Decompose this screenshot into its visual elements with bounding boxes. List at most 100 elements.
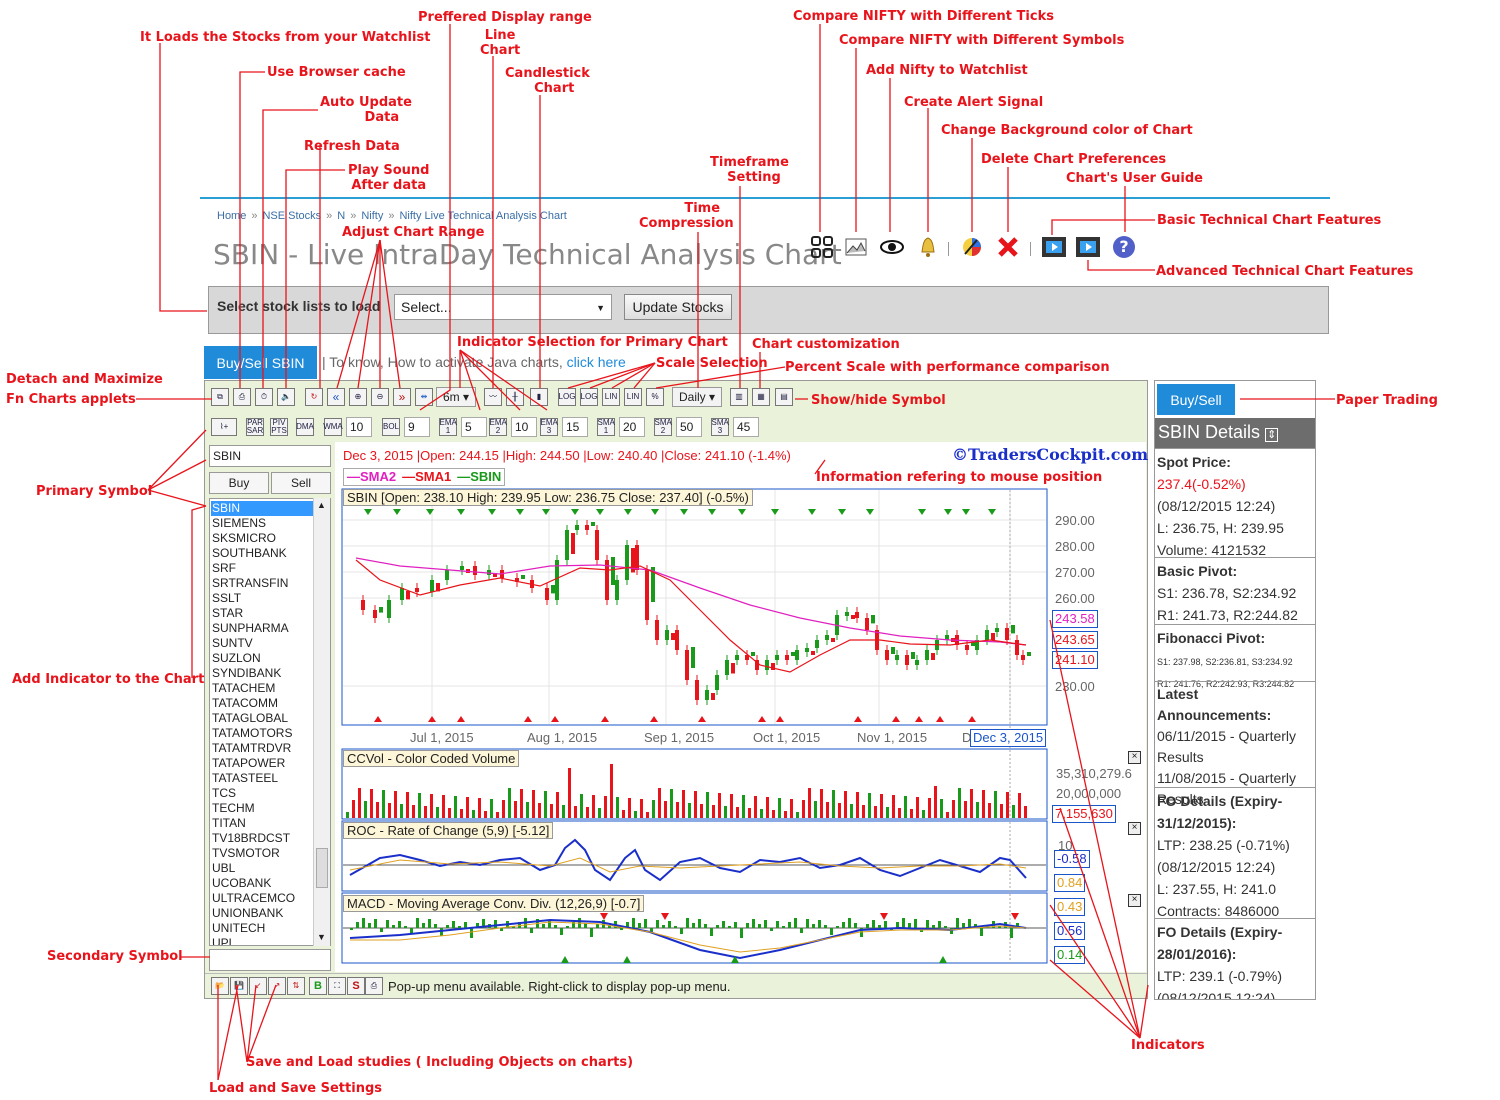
bell-icon[interactable] [916,235,940,259]
bold-b-icon[interactable]: B [309,977,327,995]
log-scale-icon[interactable]: LOG [558,388,576,406]
stock-list-select[interactable]: Select... ▼ [394,294,612,320]
compare-ticks-icon[interactable] [810,235,834,259]
symbol-list-item[interactable]: UNITECH [211,921,315,936]
dma-button[interactable]: DMA [296,418,314,436]
announcement-link[interactable]: 06/11/2015 - Quarterly Results [1157,728,1296,765]
symbol-list-item[interactable]: SBIN [211,501,315,516]
ema1-button[interactable]: EMA 1 [439,418,457,436]
line-chart-icon[interactable]: 〰 [484,388,502,406]
load-settings-icon[interactable]: 📂 [211,977,229,995]
sma2-period[interactable]: 50 [676,417,702,437]
symbol-list-item[interactable]: TATAMTRDVR [211,741,315,756]
update-stocks-button[interactable]: Update Stocks [624,294,732,320]
chart-settings-icon[interactable]: ▥ [730,388,748,406]
symbol-list-item[interactable]: ULTRACEMCO [211,891,315,906]
symbol-list-item[interactable]: SUZLON [211,651,315,666]
zoom-out-icon[interactable]: ⊖ [371,388,389,406]
chart-area[interactable] [335,442,1146,972]
symbol-list-scrollbar[interactable]: ▲ ▼ [313,498,330,946]
close-macd-icon[interactable]: × [1128,894,1141,907]
linear-scale-icon[interactable]: LIN [602,388,620,406]
symbol-list-item[interactable]: SYNDIBANK [211,666,315,681]
symbol-list-item[interactable]: UBL [211,861,315,876]
ema1-period[interactable]: 5 [461,417,487,437]
buy-sell-tab[interactable]: Buy/Sell SBIN [204,346,317,379]
symbol-list-item[interactable]: TATASTEEL [211,771,315,786]
symbol-list-item[interactable]: TCS [211,786,315,801]
symbol-list-item[interactable]: TATAMOTORS [211,726,315,741]
ema3-period[interactable]: 15 [562,417,588,437]
buy-button[interactable]: Buy [209,472,269,494]
percent-scale-icon[interactable]: % [646,388,664,406]
symbol-list-item[interactable]: STAR [211,606,315,621]
add-indicator-icon[interactable]: ⌇+ [211,418,237,436]
sma1-period[interactable]: 20 [619,417,645,437]
symbol-list-item[interactable]: TV18BRDCST [211,831,315,846]
breadcrumb-current[interactable]: Nifty Live Technical Analysis Chart [399,210,566,222]
fullscreen-icon[interactable]: ⛶ [328,977,346,995]
psar-button[interactable]: PAR SAR [246,418,264,436]
candlestick-icon[interactable]: ▮ [530,388,548,406]
scroll-down-icon[interactable]: ▼ [317,932,326,942]
basic-video-icon[interactable] [1042,235,1066,259]
breadcrumb-n[interactable]: N [337,210,345,222]
secondary-symbol-field[interactable] [209,949,331,971]
range-select[interactable]: 6m ▾ [436,387,476,407]
pivot-button[interactable]: PIV PTS [270,418,288,436]
help-icon[interactable]: ? [1112,235,1136,259]
sound-icon[interactable]: 🔈 [277,388,295,406]
study-sync-icon[interactable]: ⇅ [287,977,305,995]
paper-trading-button[interactable]: Buy/Sell [1157,384,1235,415]
sma3-button[interactable]: SMA 3 [711,418,729,436]
detach-icon[interactable]: ⧉ [211,388,229,406]
log-scale-alt-icon[interactable]: LOG [580,388,598,406]
symbol-list-item[interactable]: SUNPHARMA [211,621,315,636]
symbol-list-item[interactable]: TATAGLOBAL [211,711,315,726]
scroll-right-icon[interactable]: » [393,388,411,406]
palette-icon[interactable] [960,235,984,259]
expand-icon[interactable]: ⇕ [1265,428,1279,442]
symbol-list-item[interactable]: SUNTV [211,636,315,651]
sma3-period[interactable]: 45 [733,417,759,437]
symbol-list-item[interactable]: TECHM [211,801,315,816]
wma-button[interactable]: WMA [323,418,343,436]
compare-symbols-icon[interactable] [844,235,868,259]
load-study-icon[interactable]: ↗ [268,977,286,995]
symbol-list-item[interactable]: UNIONBANK [211,906,315,921]
delete-icon[interactable] [996,235,1020,259]
linear-scale-alt-icon[interactable]: LIN [624,388,642,406]
fit-range-icon[interactable]: ⇹ [415,388,433,406]
symbol-list-item[interactable]: TATACOMM [211,696,315,711]
sma1-button[interactable]: SMA 1 [597,418,615,436]
bol-period[interactable]: 9 [404,417,430,437]
sma2-button[interactable]: SMA 2 [654,418,672,436]
symbol-list-item[interactable]: SRF [211,561,315,576]
save-settings-icon[interactable]: 💾 [230,977,248,995]
zoom-in-icon[interactable]: ⊕ [349,388,367,406]
ema3-button[interactable]: EMA 3 [540,418,558,436]
symbol-list-item[interactable]: UCOBANK [211,876,315,891]
scroll-thumb[interactable] [316,848,328,888]
refresh-icon[interactable]: ↻ [305,388,323,406]
bar-chart-icon[interactable]: ╫ [506,388,524,406]
breadcrumb-home[interactable]: Home [217,210,246,222]
symbol-list-item[interactable]: TVSMOTOR [211,846,315,861]
symbol-list-item[interactable]: SRTRANSFIN [211,576,315,591]
eye-icon[interactable] [880,235,904,259]
scroll-left-icon[interactable]: « [327,388,345,406]
symbol-list-item[interactable]: TITAN [211,816,315,831]
symbol-list-item[interactable]: TATACHEM [211,681,315,696]
ema2-period[interactable]: 10 [511,417,537,437]
symbol-list-item[interactable]: SSLT [211,591,315,606]
stopwatch-icon[interactable]: ⏱ [255,388,273,406]
close-roc-icon[interactable]: × [1128,822,1141,835]
close-volume-icon[interactable]: × [1128,751,1141,764]
scroll-up-icon[interactable]: ▲ [317,500,326,510]
bol-button[interactable]: BOL [382,418,400,436]
click-here-link[interactable]: click here [567,354,626,370]
timeframe-select[interactable]: Daily ▾ [672,387,722,407]
symbol-list-item[interactable]: TATAPOWER [211,756,315,771]
symbol-list-item[interactable]: UPL [211,936,315,945]
symbol-list-item[interactable]: SKSMICRO [211,531,315,546]
